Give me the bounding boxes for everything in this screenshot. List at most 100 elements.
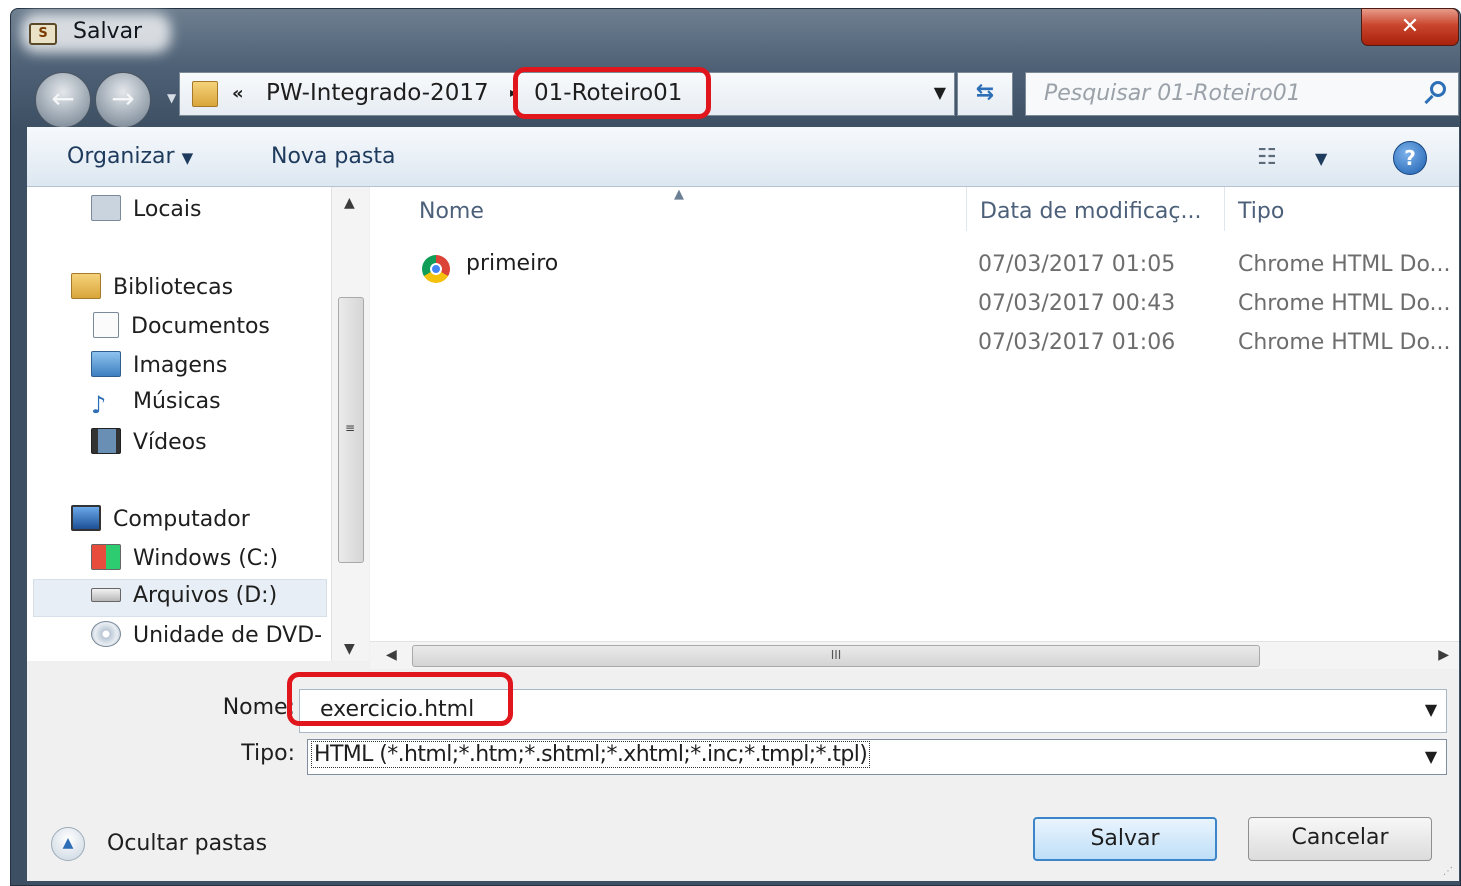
sidebar-item-arquivos-d[interactable]: Arquivos (D:) bbox=[91, 583, 277, 608]
address-dropdown-icon[interactable]: ▼ bbox=[934, 83, 946, 102]
sidebar-item-musicas[interactable]: ♪ Músicas bbox=[91, 389, 221, 419]
documents-icon bbox=[93, 312, 119, 338]
address-overflow-chevron[interactable]: « bbox=[232, 83, 244, 104]
scroll-up-icon[interactable]: ▲ bbox=[344, 195, 355, 211]
save-button[interactable]: Salvar bbox=[1033, 817, 1217, 861]
sidebar-item-bibliotecas[interactable]: Bibliotecas bbox=[71, 273, 233, 300]
forward-button[interactable]: → bbox=[95, 72, 151, 128]
windows-drive-icon bbox=[91, 544, 121, 570]
sidebar-item-label: Windows (C:) bbox=[133, 546, 279, 571]
file-list: ▲ Nome Data de modificaç... Tipo primeir… bbox=[370, 187, 1459, 661]
libraries-icon bbox=[71, 273, 101, 299]
column-header-name[interactable]: Nome bbox=[419, 199, 484, 224]
dvd-drive-icon bbox=[91, 621, 121, 647]
filetype-dropdown-icon[interactable]: ▼ bbox=[1416, 740, 1446, 774]
file-name[interactable]: primeiro bbox=[466, 251, 558, 276]
file-modified: 07/03/2017 01:05 bbox=[978, 252, 1176, 277]
hide-folders-label[interactable]: Ocultar pastas bbox=[107, 831, 267, 856]
chrome-icon bbox=[422, 255, 450, 283]
filename-dropdown-icon[interactable]: ▼ bbox=[1416, 690, 1446, 732]
sidebar-item-locais[interactable]: Locais bbox=[91, 195, 201, 222]
column-header-type[interactable]: Tipo bbox=[1238, 199, 1284, 224]
column-header-modified[interactable]: Data de modificaç... bbox=[980, 199, 1202, 224]
chevron-up-icon: ▲ bbox=[62, 835, 74, 851]
hide-folders-button[interactable]: ▲ bbox=[51, 827, 85, 861]
filename-input[interactable]: exercicio.html ▼ bbox=[299, 689, 1447, 733]
navigation-scrollbar[interactable]: ▲ ≡ ▼ bbox=[331, 187, 369, 661]
computer-icon bbox=[71, 505, 101, 531]
filename-value: exercicio.html bbox=[320, 697, 475, 722]
forward-arrow-icon: → bbox=[111, 82, 135, 115]
close-button[interactable]: ✕ bbox=[1361, 8, 1459, 46]
save-dialog: S Salvar ✕ ← → ▼ « PW-Integrado-2017 ▸ 0… bbox=[10, 8, 1461, 886]
file-modified: 07/03/2017 01:06 bbox=[978, 330, 1176, 355]
sidebar-item-documentos[interactable]: Documentos bbox=[93, 312, 270, 339]
breadcrumb-separator[interactable]: ▸ bbox=[510, 85, 517, 101]
chevron-down-icon: ▼ bbox=[181, 149, 194, 167]
title-bar[interactable]: S Salvar ✕ bbox=[11, 8, 1460, 61]
type-label-text: Tipo: bbox=[241, 741, 295, 766]
sidebar-item-dvd[interactable]: Unidade de DVD- bbox=[91, 621, 322, 648]
sidebar-item-label: Locais bbox=[133, 197, 202, 222]
navigation-pane: Locais Bibliotecas Documentos Imagens ♪ M… bbox=[27, 187, 331, 661]
back-button[interactable]: ← bbox=[35, 72, 91, 128]
sidebar-item-windows-c[interactable]: Windows (C:) bbox=[91, 544, 278, 571]
address-bar[interactable]: « PW-Integrado-2017 ▸ 01-Roteiro01 ▼ bbox=[179, 72, 955, 116]
cancel-button[interactable]: Cancelar bbox=[1248, 817, 1432, 861]
type-label: Tipo: bbox=[177, 741, 295, 766]
hard-drive-icon bbox=[91, 588, 121, 602]
search-input[interactable]: Pesquisar 01-Roteiro01 bbox=[1044, 81, 1301, 106]
refresh-button[interactable]: ⇆ bbox=[957, 72, 1013, 116]
search-box[interactable]: Pesquisar 01-Roteiro01 bbox=[1025, 72, 1459, 116]
file-type: Chrome HTML Do... bbox=[1238, 252, 1451, 277]
dialog-body: Organizar ▼ Nova pasta ☷ ▼ ? Locais Bibl… bbox=[27, 127, 1459, 881]
scroll-right-icon[interactable]: ▶ bbox=[1438, 647, 1449, 663]
sidebar-item-label: Vídeos bbox=[133, 430, 207, 455]
filetype-value: HTML (*.html;*.htm;*.shtml;*.xhtml;*.inc… bbox=[310, 741, 871, 768]
refresh-icon: ⇆ bbox=[975, 80, 995, 105]
help-icon[interactable]: ? bbox=[1393, 141, 1427, 175]
horizontal-scrollbar[interactable]: ◀ III ▶ bbox=[370, 641, 1459, 669]
sidebar-item-label: Computador bbox=[113, 507, 250, 532]
organize-menu[interactable]: Organizar ▼ bbox=[67, 144, 193, 169]
file-type: Chrome HTML Do... bbox=[1238, 330, 1451, 355]
column-divider[interactable] bbox=[1224, 187, 1225, 231]
view-options-icon[interactable]: ☷ bbox=[1257, 145, 1277, 170]
sidebar-item-label: Arquivos (D:) bbox=[133, 583, 278, 608]
resize-grip-icon[interactable]: ⋰ bbox=[1443, 866, 1453, 877]
recent-pages-dropdown[interactable]: ▼ bbox=[167, 91, 176, 105]
organize-label: Organizar bbox=[67, 144, 175, 169]
scroll-down-icon[interactable]: ▼ bbox=[344, 641, 355, 657]
window-title: Salvar bbox=[73, 19, 143, 44]
folder-icon bbox=[192, 81, 218, 107]
view-dropdown-icon[interactable]: ▼ bbox=[1315, 149, 1327, 168]
scroll-grip-icon: ≡ bbox=[345, 421, 356, 435]
sidebar-item-label: Bibliotecas bbox=[113, 275, 234, 300]
search-icon[interactable] bbox=[1430, 81, 1446, 97]
back-arrow-icon: ← bbox=[51, 82, 75, 115]
column-divider[interactable] bbox=[966, 187, 967, 231]
sidebar-item-computador[interactable]: Computador bbox=[71, 505, 250, 532]
sidebar-item-videos[interactable]: Vídeos bbox=[91, 428, 207, 455]
command-bar: Organizar ▼ Nova pasta ☷ ▼ ? bbox=[27, 127, 1459, 187]
sort-ascending-icon: ▲ bbox=[674, 187, 684, 202]
sidebar-item-imagens[interactable]: Imagens bbox=[91, 351, 227, 378]
sidebar-item-label: Músicas bbox=[133, 389, 221, 414]
horizontal-scroll-thumb[interactable]: III bbox=[412, 645, 1260, 667]
scroll-left-icon[interactable]: ◀ bbox=[386, 647, 397, 663]
app-icon: S bbox=[29, 23, 57, 45]
videos-icon bbox=[91, 428, 121, 454]
sidebar-item-label: Documentos bbox=[131, 314, 270, 339]
filetype-select[interactable]: HTML (*.html;*.htm;*.shtml;*.xhtml;*.inc… bbox=[307, 739, 1447, 775]
name-label-text: Nome: bbox=[222, 695, 295, 720]
music-icon: ♪ bbox=[91, 391, 107, 419]
file-modified: 07/03/2017 00:43 bbox=[978, 291, 1176, 316]
sidebar-item-label: Imagens bbox=[133, 353, 228, 378]
recent-places-icon bbox=[91, 195, 121, 221]
breadcrumb-roteiro01[interactable]: 01-Roteiro01 bbox=[534, 80, 682, 106]
sidebar-item-label: Unidade de DVD- bbox=[133, 623, 323, 648]
new-folder-button[interactable]: Nova pasta bbox=[271, 144, 395, 169]
file-type: Chrome HTML Do... bbox=[1238, 291, 1451, 316]
breadcrumb-pw-integrado[interactable]: PW-Integrado-2017 bbox=[266, 80, 489, 106]
close-icon: ✕ bbox=[1400, 14, 1420, 39]
